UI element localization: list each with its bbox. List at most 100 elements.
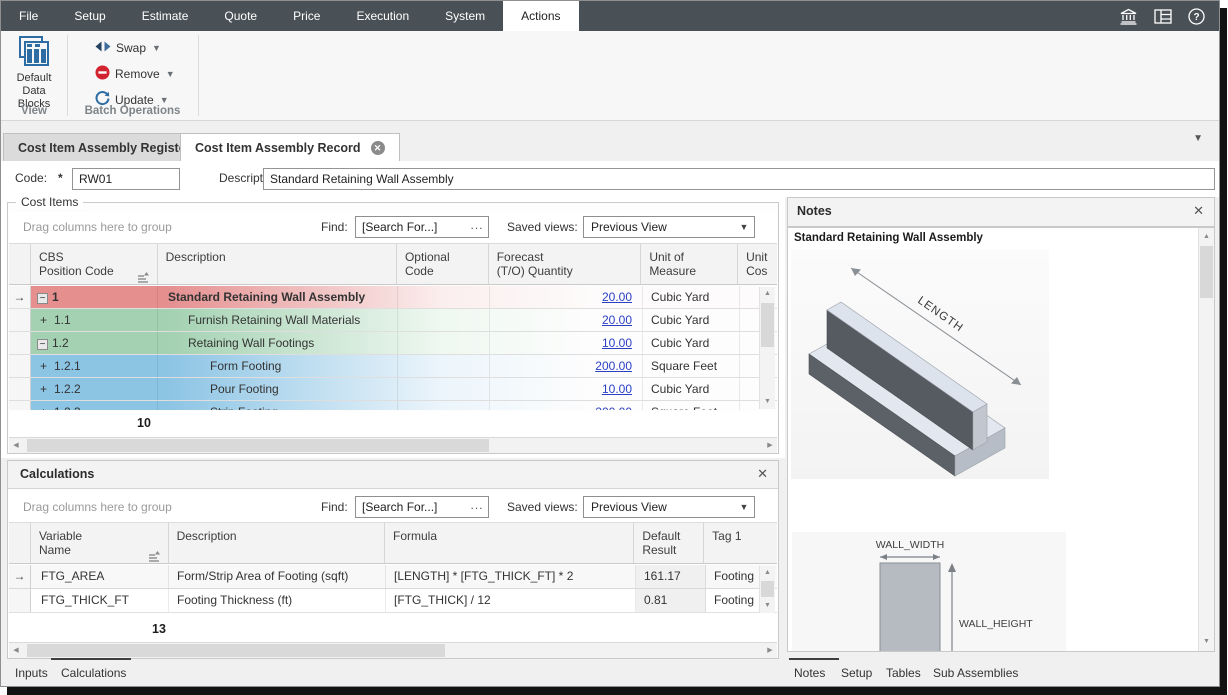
search-options-button[interactable]: ... [466,497,488,517]
right-tab-strip: Notes Setup Tables Sub Assemblies [787,659,1215,686]
scroll-down-icon[interactable]: ▼ [760,599,775,613]
code-field[interactable] [72,168,180,190]
quantity-link[interactable]: 10.00 [602,336,632,350]
tab-list-dropdown-icon[interactable]: ▼ [1193,133,1203,144]
scrollbar-thumb[interactable] [761,581,774,597]
menu-system[interactable]: System [427,1,503,31]
vertical-scrollbar[interactable]: ▲ ▼ [759,566,775,613]
collapse-icon[interactable]: − [37,339,48,350]
tab-sub-assemblies[interactable]: Sub Assemblies [933,666,1018,680]
close-icon[interactable]: ✕ [371,141,385,155]
column-variable-name[interactable]: Variable Name [31,523,169,563]
scroll-down-icon[interactable]: ▼ [760,395,775,409]
table-row[interactable]: → FTG_AREA Form/Strip Area of Footing (s… [9,565,777,589]
chevron-down-icon: ▼ [734,217,754,237]
scrollbar-thumb[interactable] [761,303,774,347]
chevron-down-icon: ▼ [160,95,169,105]
layout-grid-icon[interactable] [1154,9,1172,24]
scroll-left-icon[interactable]: ◀ [9,438,23,453]
table-row[interactable]: +1.1 Furnish Retaining Wall Materials 20… [9,309,777,332]
cbs-code: 1.2.3 [54,405,81,410]
close-icon[interactable]: ✕ [1193,203,1204,219]
expand-icon[interactable]: + [37,359,50,373]
row-description: Form Footing [158,355,398,377]
quantity-link[interactable]: 20.00 [602,290,632,304]
tab-setup[interactable]: Setup [841,666,872,680]
column-description[interactable]: Description [169,523,385,563]
estimate-home-icon[interactable] [1119,8,1138,25]
scroll-up-icon[interactable]: ▲ [760,566,775,580]
table-row[interactable]: +1.2.1 Form Footing 200.00 Square Feet [9,355,777,378]
saved-views-select[interactable]: Previous View ▼ [583,216,755,238]
column-unit-of-measure[interactable]: Unit of Measure [641,244,738,284]
table-row[interactable]: +1.2.2 Pour Footing 10.00 Cubic Yard [9,378,777,401]
default-data-blocks-button[interactable]: Default Data Blocks [6,35,62,97]
ribbon-group-batch-operations: Swap ▼ Remove ▼ Update ▼ Batch Operation… [67,31,198,120]
scroll-up-icon[interactable]: ▲ [760,287,775,301]
saved-views-select[interactable]: Previous View ▼ [583,496,755,518]
uom-cell: Cubic Yard [643,378,740,400]
swap-button[interactable]: Swap ▼ [95,37,161,59]
menu-actions[interactable]: Actions [503,1,578,31]
table-row[interactable]: −1.2 Retaining Wall Footings 10.00 Cubic… [9,332,777,355]
collapse-icon[interactable]: − [37,293,48,304]
column-optional-code[interactable]: Optional Code [397,244,489,284]
scroll-left-icon[interactable]: ◀ [9,643,23,658]
expand-icon[interactable]: + [37,382,50,396]
tab-tables[interactable]: Tables [886,666,921,680]
scrollbar-thumb[interactable] [27,644,445,657]
menu-estimate[interactable]: Estimate [124,1,207,31]
scroll-right-icon[interactable]: ▶ [763,643,777,658]
quantity-link[interactable]: 200.00 [595,359,632,373]
column-cbs-position-code[interactable]: CBS Position Code [31,244,158,284]
menu-quote[interactable]: Quote [206,1,275,31]
app-window: File Setup Estimate Quote Price Executio… [0,0,1220,687]
column-description[interactable]: Description [158,244,397,284]
scrollbar-thumb[interactable] [1200,246,1213,298]
table-row[interactable]: +1.2.3 Strip Footing 200.00 Square Feet [9,401,777,410]
horizontal-scrollbar[interactable]: ◀ ▶ [9,437,777,453]
row-description: Pour Footing [158,378,398,400]
menu-setup[interactable]: Setup [56,1,123,31]
search-input[interactable]: [Search For...] ... [355,216,489,238]
expand-icon[interactable]: + [37,405,50,410]
scroll-down-icon[interactable]: ▼ [1199,635,1214,649]
variable-name: FTG_THICK_FT [31,589,169,612]
search-options-button[interactable]: ... [466,217,488,237]
current-row-indicator: → [9,565,31,588]
menu-execution[interactable]: Execution [338,1,427,31]
column-forecast-quantity[interactable]: Forecast (T/O) Quantity [489,244,642,284]
column-formula[interactable]: Formula [385,523,634,563]
tab-notes[interactable]: Notes [794,666,825,680]
uom-cell: Square Feet [643,401,740,410]
tab-cost-item-assembly-record[interactable]: Cost Item Assembly Record ✕ [180,133,400,161]
expand-icon[interactable]: + [37,313,50,327]
vertical-scrollbar[interactable]: ▲ ▼ [1198,228,1214,651]
menu-price[interactable]: Price [275,1,338,31]
quantity-link[interactable]: 10.00 [602,382,632,396]
formula: [LENGTH] * [FTG_THICK_FT] * 2 [386,565,636,588]
column-unit-cost[interactable]: Unit Cos [738,244,777,284]
tab-calculations[interactable]: Calculations [61,666,126,680]
description-field[interactable] [263,168,1215,190]
scrollbar-thumb[interactable] [27,439,489,452]
horizontal-scrollbar[interactable]: ◀ ▶ [9,642,777,658]
column-default-result[interactable]: Default Result [634,523,704,563]
tab-cost-item-assembly-register[interactable]: Cost Item Assembly Register [3,133,206,161]
table-row[interactable]: FTG_THICK_FT Footing Thickness (ft) [FTG… [9,589,777,613]
column-tag1[interactable]: Tag 1 [704,523,777,563]
tab-inputs[interactable]: Inputs [15,666,48,680]
search-input[interactable]: [Search For...] ... [355,496,489,518]
notes-content[interactable]: Standard Retaining Wall Assembly [787,227,1215,652]
scroll-right-icon[interactable]: ▶ [763,438,777,453]
table-row[interactable]: → −1 Standard Retaining Wall Assembly 20… [9,286,777,309]
remove-button[interactable]: Remove ▼ [95,63,175,85]
quantity-link[interactable]: 200.00 [595,405,632,410]
menu-file[interactable]: File [1,1,56,31]
vertical-scrollbar[interactable]: ▲ ▼ [759,287,775,409]
default-result: 0.81 [636,589,706,612]
close-icon[interactable]: ✕ [757,466,768,482]
scroll-up-icon[interactable]: ▲ [1199,230,1214,244]
quantity-link[interactable]: 20.00 [602,313,632,327]
help-icon[interactable]: ? [1188,8,1205,25]
